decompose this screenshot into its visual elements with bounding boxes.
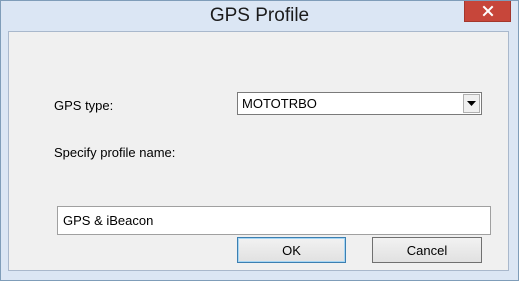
chevron-down-icon [467, 100, 476, 106]
close-icon [482, 5, 493, 17]
cancel-button[interactable]: Cancel [372, 237, 482, 263]
title-bar[interactable]: GPS Profile [1, 1, 518, 31]
dialog-title: GPS Profile [209, 5, 310, 26]
ok-button[interactable]: OK [237, 237, 346, 263]
profile-name-value: GPS & iBeacon [63, 213, 154, 228]
dialog-body: GPS type: MOTOTRBO Specify profile name:… [8, 31, 509, 271]
gps-type-select[interactable]: MOTOTRBO [237, 92, 482, 115]
profile-name-input[interactable]: GPS & iBeacon [57, 206, 491, 235]
close-button[interactable] [464, 1, 511, 22]
gps-type-label: GPS type: [54, 98, 114, 113]
profile-name-label: Specify profile name: [54, 145, 176, 160]
dropdown-button[interactable] [463, 94, 480, 113]
gps-type-value: MOTOTRBO [242, 96, 317, 111]
gps-profile-dialog: GPS Profile GPS type: MOTOTRBO Specify p… [0, 0, 519, 281]
